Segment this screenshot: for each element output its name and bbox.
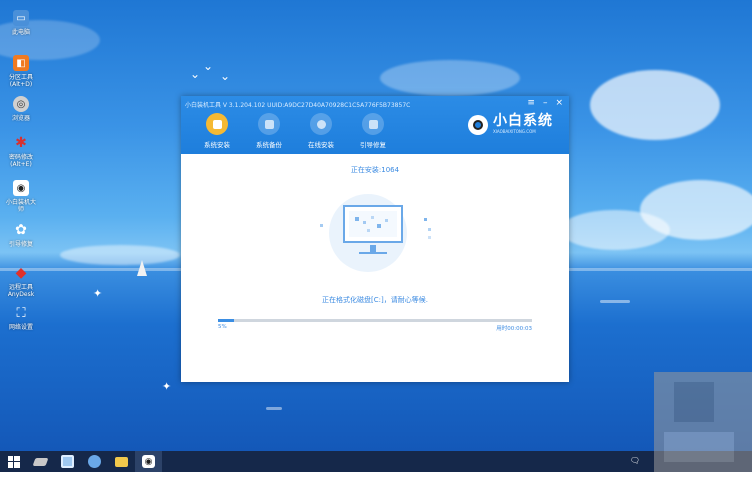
desktop-icon-partition-tool[interactable]: ◧ 分区工具 (Alt+D)	[4, 55, 38, 88]
taskbar-installer[interactable]: ◉	[135, 451, 162, 472]
desktop-icon-label: 浏览器	[11, 115, 30, 122]
bird-icon: ⌄	[190, 67, 201, 81]
close-button[interactable]: ×	[555, 98, 563, 108]
taskbar: ◉ 🗨	[0, 451, 752, 472]
password-icon: ✱	[15, 135, 27, 151]
network-icon: ⛶	[16, 305, 26, 321]
bird-icon: ⌄	[203, 59, 214, 73]
desktop-icon-label: 此电脑	[11, 29, 30, 36]
logo-title: 小白系统	[493, 113, 553, 129]
install-progress-panel: 正在安装:1064 正在格式化磁盘[C:]，请耐心等候. 5% 用时00:00:…	[181, 154, 569, 382]
notification-icon[interactable]: 🗨	[630, 456, 640, 465]
install-message: 正在格式化磁盘[C:]，请耐心等候.	[322, 296, 428, 304]
desktop-icon-network[interactable]: ⛶ 网络设置	[4, 305, 38, 332]
desktop-icon-boot-repair[interactable]: ✿ 引导修复	[4, 222, 38, 248]
cloud	[380, 60, 520, 96]
tab-online-install[interactable]: 在线安装	[295, 113, 347, 149]
network-icon	[88, 455, 101, 468]
tab-boot-repair[interactable]: 引导修复	[347, 113, 399, 149]
bottom-margin	[0, 472, 752, 480]
sea-glint	[266, 407, 282, 410]
installer-window: 小白装机工具 V 3.1.204.102 UUID:A9DC27D40A7092…	[181, 96, 569, 382]
desktop-icon-installer[interactable]: ◉ 小白装机大 师	[4, 180, 38, 213]
desktop-icon-password[interactable]: ✱ 密码修改 (Alt+E)	[4, 135, 38, 168]
taskbar-computer[interactable]	[54, 451, 81, 472]
window-titlebar[interactable]: 小白装机工具 V 3.1.204.102 UUID:A9DC27D40A7092…	[181, 96, 569, 154]
computer-icon	[61, 455, 74, 468]
desktop-icon-label: 引导修复	[8, 241, 33, 248]
monitor-icon	[343, 205, 403, 243]
progress-percent: 5%	[218, 324, 227, 330]
desktop-icon-label: 密码修改 (Alt+E)	[8, 154, 33, 168]
tab-label: 在线安装	[308, 141, 334, 149]
pixel-particle	[428, 228, 431, 231]
blurred-region	[654, 372, 752, 472]
partition-tool-icon: ◧	[13, 55, 29, 71]
cloud	[590, 70, 720, 140]
taskbar-eraser[interactable]	[27, 451, 54, 472]
bird-icon: ⌄	[220, 69, 231, 83]
system-install-icon	[206, 113, 228, 135]
boot-repair-icon	[362, 113, 384, 135]
progress-bar	[218, 319, 532, 322]
computer-icon: ▭	[13, 10, 29, 26]
start-button[interactable]	[0, 451, 27, 472]
system-backup-icon	[258, 113, 280, 135]
installer-icon: ◉	[142, 455, 155, 468]
start-icon	[7, 455, 20, 468]
tab-bar: 系统安装 系统备份 在线安装 引导修复	[191, 113, 399, 149]
progress-fill	[218, 319, 234, 322]
sailboat-icon	[137, 260, 147, 276]
online-install-icon	[310, 113, 332, 135]
desktop-icon-browser[interactable]: ◎ 浏览器	[4, 96, 38, 122]
monitor-stand	[370, 245, 376, 252]
window-title: 小白装机工具 V 3.1.204.102 UUID:A9DC27D40A7092…	[185, 102, 411, 109]
installer-icon: ◉	[13, 180, 29, 196]
desktop-icon-label: 远程工具 AnyDesk	[7, 284, 35, 298]
cloud	[560, 210, 670, 250]
taskbar-network[interactable]	[81, 451, 108, 472]
desktop-icon-label: 网络设置	[8, 324, 33, 331]
tab-label: 引导修复	[360, 141, 386, 149]
anydesk-icon: ◆	[15, 265, 27, 281]
tab-system-install[interactable]: 系统安装	[191, 113, 243, 149]
sparkle-icon: ✦	[93, 287, 103, 300]
elapsed-time: 用时00:00:03	[496, 326, 532, 332]
browser-icon: ◎	[13, 96, 29, 112]
desktop-icon-label: 分区工具 (Alt+D)	[8, 74, 33, 88]
boot-repair-icon: ✿	[15, 222, 27, 238]
logo-icon	[468, 114, 488, 135]
tab-label: 系统备份	[256, 141, 282, 149]
pixel-particle	[428, 236, 431, 239]
sea-glint	[600, 300, 630, 303]
minimize-button[interactable]: –	[543, 98, 548, 108]
window-controls: ≡ – ×	[527, 98, 563, 108]
desktop-icon-this-pc[interactable]: ▭ 此电脑	[4, 10, 38, 36]
taskbar-folder[interactable]	[108, 451, 135, 472]
folder-icon	[115, 456, 128, 467]
app-logo: 小白系统 XIAOBAIXITONG.COM	[468, 114, 553, 135]
cloud	[60, 245, 180, 265]
desktop-icon-label: 小白装机大 师	[5, 199, 36, 213]
monitor-base	[359, 252, 387, 254]
sparkle-icon: ✦	[162, 380, 172, 393]
logo-subtitle: XIAOBAIXITONG.COM	[493, 129, 536, 134]
install-status-title: 正在安装:1064	[350, 166, 400, 174]
desktop-icon-anydesk[interactable]: ◆ 远程工具 AnyDesk	[4, 265, 38, 298]
tab-system-backup[interactable]: 系统备份	[243, 113, 295, 149]
tab-label: 系统安装	[204, 141, 230, 149]
pixel-particle	[320, 224, 323, 227]
pixel-particle	[424, 218, 427, 221]
menu-button[interactable]: ≡	[527, 98, 535, 108]
eraser-icon	[32, 457, 49, 466]
